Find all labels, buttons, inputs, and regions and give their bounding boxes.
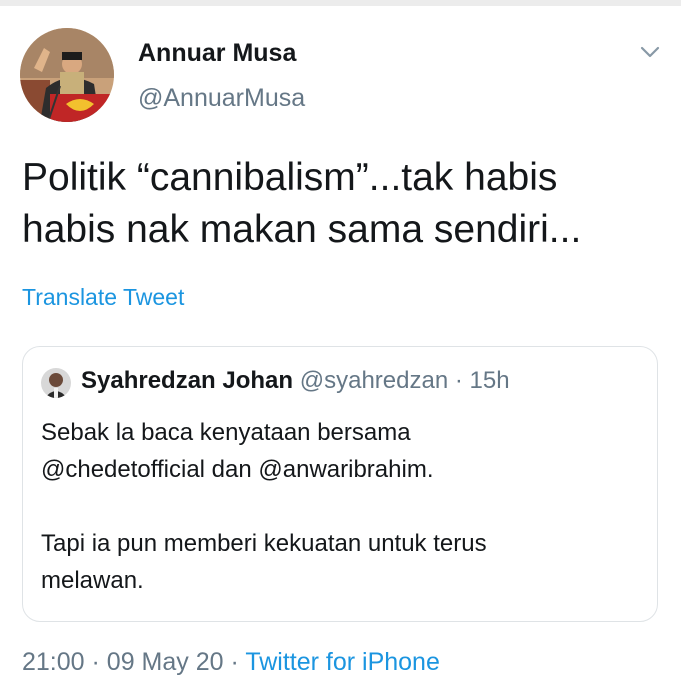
separator-dot: · (91, 648, 100, 676)
tweet-text-line: Politik “cannibalism”...tak habis (22, 156, 558, 199)
quoted-text-line: Tapi ia pun memberi kekuatan untuk terus (41, 530, 487, 557)
tweet-text: Politik “cannibalism”...tak habis habis … (22, 152, 662, 256)
quoted-text-line: Sebak la baca kenyataan bersama (41, 419, 411, 446)
quoted-author-name: Syahredzan Johan (81, 367, 294, 394)
quoted-text-line: melawan. (41, 567, 144, 594)
avatar-photo (20, 28, 114, 122)
tweet-source-link[interactable]: Twitter for iPhone (245, 648, 440, 676)
quoted-author-avatar (41, 368, 71, 398)
quoted-tweet-time: 15h (469, 367, 510, 394)
tweet-text-line: habis nak makan sama sendiri... (22, 208, 582, 251)
chevron-down-icon[interactable] (636, 42, 664, 62)
quoted-tweet-header: Syahredzan Johan @syahredzan · 15h (81, 367, 510, 395)
quoted-author-handle: @syahredzan (299, 367, 449, 394)
quoted-tweet-text: Sebak la baca kenyataan bersama @chedeto… (41, 414, 641, 599)
separator-dot: · (230, 648, 239, 676)
author-name[interactable]: Annuar Musa (138, 39, 296, 68)
tweet-date[interactable]: 09 May 20 (107, 648, 224, 676)
separator-dot: · (454, 367, 463, 394)
quoted-tweet-card[interactable]: Syahredzan Johan @syahredzan · 15h Sebak… (22, 346, 658, 622)
avatar-photo (41, 368, 71, 398)
tweet-timestamp: 21:00 · 09 May 20 · Twitter for iPhone (22, 648, 440, 677)
author-handle[interactable]: @AnnuarMusa (138, 84, 305, 113)
quoted-text-line: @chedetofficial dan @anwaribrahim. (41, 456, 434, 483)
top-divider (0, 0, 681, 6)
author-avatar[interactable] (20, 28, 114, 122)
translate-tweet-link[interactable]: Translate Tweet (22, 284, 184, 311)
tweet-time[interactable]: 21:00 (22, 648, 85, 676)
